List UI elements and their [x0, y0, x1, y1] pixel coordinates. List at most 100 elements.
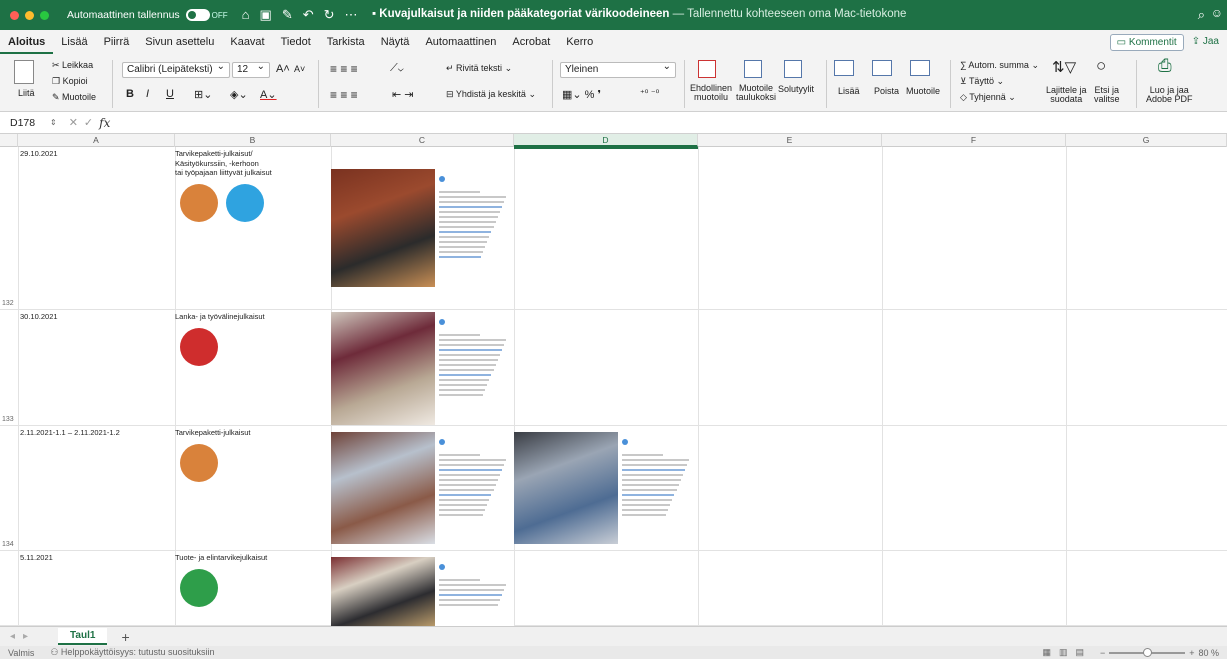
format-painter-button[interactable]: ✎ Muotoile — [52, 92, 96, 103]
category-cell[interactable]: Lanka- ja työvälinejulkaisut — [175, 312, 265, 322]
conditional-formatting-icon[interactable] — [698, 60, 716, 78]
format-as-table-icon[interactable] — [744, 60, 762, 78]
format-cells-icon[interactable] — [910, 60, 930, 76]
bold-button[interactable]: B — [126, 88, 134, 100]
autosave-toggle[interactable] — [185, 9, 210, 21]
fill-color-icon[interactable]: ◈⌄ — [230, 88, 248, 101]
zoom-window-button[interactable] — [40, 10, 49, 20]
zoom-slider-knob[interactable] — [1143, 647, 1153, 657]
column-header-c[interactable]: C — [331, 134, 514, 147]
row-number[interactable]: 132 — [2, 300, 14, 307]
user-icon[interactable]: ☺ — [1211, 6, 1223, 20]
category-cell[interactable]: Tarvikepaketti-julkaisut — [175, 428, 250, 438]
sheet-grid[interactable]: 132 29.10.2021 Tarvikepaketti-julkaisut/Kä… — [0, 147, 1227, 626]
font-name-select[interactable]: Calibri (Leipäteksti) — [122, 61, 230, 78]
align-left-icon[interactable]: ≡ ≡ ≡ — [330, 88, 358, 102]
share-button[interactable]: ⇪ Jaa — [1190, 34, 1221, 51]
cut-button[interactable]: ✂ Leikkaa — [52, 60, 93, 71]
column-header-d[interactable]: D — [514, 134, 698, 147]
save-icon[interactable]: ▣ — [260, 7, 272, 23]
tab-3[interactable]: Sivun asettelu — [137, 30, 222, 54]
font-color-icon[interactable]: A⌄ — [260, 88, 277, 101]
zoom-out-icon[interactable]: − — [1100, 648, 1105, 658]
sort-filter-icon[interactable]: ⇅▽ — [1052, 58, 1076, 76]
merge-center-button[interactable]: ⊟ Yhdistä ja keskitä ⌄ — [446, 89, 536, 100]
sheet-tab[interactable]: Taul1 — [58, 628, 108, 645]
more-icon[interactable]: ⋯ — [345, 7, 358, 23]
decrease-font-icon[interactable]: A˅ — [294, 64, 305, 74]
category-cell[interactable]: Tarvikepaketti-julkaisut/Käsityökurssiin… — [175, 149, 272, 178]
orientation-icon[interactable]: ⟋⌄ — [390, 62, 404, 75]
tab-0[interactable]: Aloitus — [0, 30, 54, 54]
close-window-button[interactable] — [10, 10, 19, 20]
post-screenshot-image[interactable] — [331, 312, 514, 425]
select-all-corner[interactable] — [0, 134, 18, 147]
column-header-a[interactable]: A — [18, 134, 175, 147]
column-header-e[interactable]: E — [698, 134, 882, 147]
cell-styles-icon[interactable] — [784, 60, 802, 78]
zoom-slider[interactable] — [1109, 647, 1186, 657]
date-cell[interactable]: 29.10.2021 — [20, 149, 58, 159]
row-number[interactable]: 133 — [2, 416, 14, 423]
number-format-select[interactable]: Yleinen — [560, 61, 676, 78]
wrap-text-button[interactable]: ↵ Rivitä teksti ⌄ — [446, 63, 512, 74]
accounting-icon[interactable]: ▦⌄ % ❜ — [562, 88, 601, 101]
tab-10[interactable]: Kerro — [558, 30, 601, 54]
category-cell[interactable]: Tuote- ja elintarvikejulkaisut — [175, 553, 267, 563]
delete-cells-icon[interactable] — [872, 60, 892, 76]
tab-9[interactable]: Acrobat — [504, 30, 558, 54]
edit-icon[interactable]: ✎ — [282, 7, 293, 23]
search-icon[interactable]: ⌕ — [1198, 7, 1205, 23]
tab-4[interactable]: Kaavat — [222, 30, 272, 54]
align-top-icon[interactable]: ≡ ≡ ≡ — [330, 62, 358, 76]
tab-8[interactable]: Automaattinen — [417, 30, 504, 54]
clear-button[interactable]: ◇ Tyhjennä ⌄ — [960, 92, 1016, 103]
column-header-f[interactable]: F — [882, 134, 1066, 147]
post-screenshot-image[interactable] — [331, 432, 514, 544]
adobe-pdf-icon[interactable]: ⎙ — [1158, 56, 1172, 76]
underline-button[interactable]: U — [166, 88, 174, 100]
tab-6[interactable]: Tarkista — [319, 30, 373, 54]
title-bar: Automaattinen tallennus OFF ⌂ ▣ ✎ ↶ ↻ ⋯ … — [0, 0, 1227, 30]
caption-line — [439, 201, 504, 203]
borders-icon[interactable]: ⊞⌄ — [194, 88, 212, 101]
fx-icon[interactable]: fx — [99, 116, 110, 130]
name-box-stepper-icon[interactable]: ⇕ — [50, 118, 57, 127]
column-header-b[interactable]: B — [175, 134, 331, 147]
post-screenshot-image[interactable] — [514, 432, 697, 544]
zoom-in-icon[interactable]: + — [1189, 648, 1194, 658]
post-screenshot-image[interactable] — [331, 557, 514, 626]
tab-2[interactable]: Piirrä — [96, 30, 138, 54]
home-icon[interactable]: ⌂ — [242, 7, 250, 23]
sheet-nav-arrows[interactable]: ◂▸ — [10, 631, 36, 642]
insert-cells-icon[interactable] — [834, 60, 854, 76]
decimal-icon[interactable]: ⁺⁰ ⁻⁰ — [640, 88, 659, 99]
tab-1[interactable]: Lisää — [53, 30, 95, 54]
redo-icon[interactable]: ↻ — [324, 7, 335, 23]
add-sheet-button[interactable]: + — [121, 629, 129, 645]
view-buttons[interactable]: ▦▥▤ — [1042, 647, 1092, 658]
date-cell[interactable]: 5.11.2021 — [20, 553, 53, 563]
find-select-icon[interactable]: ○ — [1096, 56, 1106, 76]
font-size-select[interactable]: 12 — [232, 61, 270, 78]
row-number[interactable]: 134 — [2, 541, 14, 548]
autosum-button[interactable]: ∑ Autom. summa ⌄ — [960, 60, 1039, 71]
date-cell[interactable]: 2.11.2021-1.1 – 2.11.2021-1.2 — [20, 428, 120, 438]
tab-7[interactable]: Näytä — [373, 30, 418, 54]
column-header-g[interactable]: G — [1066, 134, 1227, 147]
undo-icon[interactable]: ↶ — [303, 7, 314, 23]
paste-icon[interactable] — [14, 60, 34, 84]
italic-button[interactable]: I — [146, 88, 149, 100]
post-screenshot-image[interactable] — [331, 169, 514, 287]
copy-button[interactable]: ❐ Kopioi — [52, 76, 88, 87]
tab-5[interactable]: Tiedot — [273, 30, 319, 54]
accessibility-status[interactable]: ⚇ Helppokäyttöisyys: tutustu suosituksii… — [50, 647, 214, 658]
minimize-window-button[interactable] — [25, 10, 34, 20]
date-cell[interactable]: 30.10.2021 — [20, 312, 58, 322]
zoom-control[interactable]: − + 80 % — [1100, 647, 1219, 658]
comments-button[interactable]: ▭ Kommentit — [1109, 33, 1184, 51]
name-box[interactable]: D178 — [0, 117, 50, 129]
indent-icon[interactable]: ⇤ ⇥ — [392, 88, 414, 101]
fill-button[interactable]: ⊻ Täyttö ⌄ — [960, 76, 1004, 87]
increase-font-icon[interactable]: A˄ — [276, 63, 290, 75]
